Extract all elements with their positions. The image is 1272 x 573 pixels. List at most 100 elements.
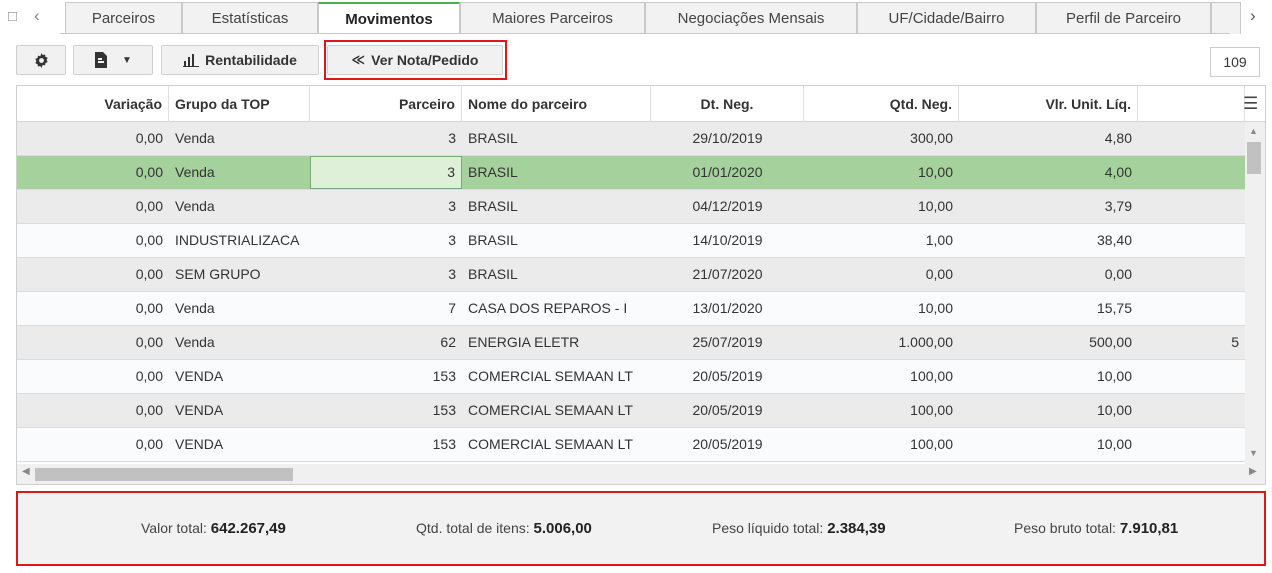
- tab-overflow[interactable]: [1211, 2, 1241, 34]
- tab-movimentos[interactable]: Movimentos: [318, 2, 460, 34]
- cell-variacao[interactable]: 0,00: [17, 122, 169, 155]
- cell-variacao[interactable]: 0,00: [17, 224, 169, 257]
- col-dt-neg[interactable]: Dt. Neg.: [651, 86, 804, 122]
- cell-grupo-top[interactable]: Venda: [169, 292, 310, 325]
- cell-variacao[interactable]: 0,00: [17, 428, 169, 461]
- cell-parceiro[interactable]: 153: [310, 428, 462, 461]
- cell-extra[interactable]: [1138, 156, 1245, 189]
- cell-parceiro[interactable]: 153: [310, 360, 462, 393]
- cell-vlr-unit-liq[interactable]: 10,00: [959, 428, 1138, 461]
- cell-vlr-unit-liq[interactable]: 38,40: [959, 224, 1138, 257]
- hamburger-menu-icon[interactable]: ☰: [1243, 94, 1258, 114]
- scroll-right-icon[interactable]: ▶: [1249, 466, 1257, 477]
- tab-estatisticas[interactable]: Estatísticas: [182, 2, 318, 34]
- cell-qtd-neg[interactable]: 10,00: [804, 292, 959, 325]
- cell-extra[interactable]: [1138, 360, 1245, 393]
- cell-vlr-unit-liq[interactable]: 10,00: [959, 360, 1138, 393]
- cell-nome-parceiro[interactable]: BRASIL: [462, 122, 651, 155]
- col-extra[interactable]: [1138, 86, 1245, 122]
- cell-extra[interactable]: [1138, 122, 1245, 155]
- cell-nome-parceiro[interactable]: COMERCIAL SEMAAN LT: [462, 360, 651, 393]
- cell-vlr-unit-liq[interactable]: 500,00: [959, 326, 1138, 359]
- vertical-scroll-thumb[interactable]: [1247, 142, 1261, 174]
- cell-extra[interactable]: [1138, 394, 1245, 427]
- cell-parceiro[interactable]: 3: [310, 190, 462, 223]
- cell-dt-neg[interactable]: 14/10/2019: [651, 224, 804, 257]
- cell-qtd-neg[interactable]: 10,00: [804, 156, 959, 189]
- cell-dt-neg[interactable]: 25/07/2019: [651, 326, 804, 359]
- cell-grupo-top[interactable]: VENDA: [169, 394, 310, 427]
- cell-parceiro[interactable]: 62: [310, 326, 462, 359]
- cell-nome-parceiro[interactable]: BRASIL: [462, 156, 651, 189]
- cell-variacao[interactable]: 0,00: [17, 394, 169, 427]
- cell-grupo-top[interactable]: Venda: [169, 156, 310, 189]
- col-variacao[interactable]: Variação: [17, 86, 169, 122]
- cell-dt-neg[interactable]: 21/07/2020: [651, 258, 804, 291]
- col-qtd-neg[interactable]: Qtd. Neg.: [804, 86, 959, 122]
- table-row[interactable]: 0,00 Venda 3 BRASIL 04/12/2019 10,00 3,79: [17, 190, 1245, 224]
- table-row[interactable]: 0,00 Venda 3 BRASIL 29/10/2019 300,00 4,80: [17, 122, 1245, 156]
- cell-qtd-neg[interactable]: 1,00: [804, 224, 959, 257]
- window-icon[interactable]: □: [8, 8, 17, 25]
- scroll-up-icon[interactable]: ▲: [1249, 126, 1258, 136]
- cell-extra[interactable]: 5: [1138, 326, 1245, 359]
- cell-vlr-unit-liq[interactable]: 3,79: [959, 190, 1138, 223]
- cell-variacao[interactable]: 0,00: [17, 190, 169, 223]
- cell-dt-neg[interactable]: 20/05/2019: [651, 428, 804, 461]
- cell-extra[interactable]: [1138, 292, 1245, 325]
- scroll-down-icon[interactable]: ▼: [1249, 448, 1258, 458]
- cell-parceiro[interactable]: 3: [310, 258, 462, 291]
- tab-uf-cidade-bairro[interactable]: UF/Cidade/Bairro: [857, 2, 1036, 34]
- cell-parceiro[interactable]: 153: [310, 394, 462, 427]
- cell-parceiro[interactable]: 3: [310, 122, 462, 155]
- table-row[interactable]: 0,00 INDUSTRIALIZACA 3 BRASIL 14/10/2019 1,00…: [17, 224, 1245, 258]
- cell-dt-neg[interactable]: 13/01/2020: [651, 292, 804, 325]
- cell-vlr-unit-liq[interactable]: 15,75: [959, 292, 1138, 325]
- cell-extra[interactable]: [1138, 428, 1245, 461]
- cell-nome-parceiro[interactable]: ENERGIA ELETR: [462, 326, 651, 359]
- cell-nome-parceiro[interactable]: CASA DOS REPAROS - I: [462, 292, 651, 325]
- table-row[interactable]: 0,00 VENDA 153 COMERCIAL SEMAAN LT 20/05/201…: [17, 394, 1245, 428]
- tab-negociacoes-mensais[interactable]: Negociações Mensais: [645, 2, 857, 34]
- cell-extra[interactable]: [1138, 190, 1245, 223]
- cell-nome-parceiro[interactable]: BRASIL: [462, 190, 651, 223]
- tab-maiores-parceiros[interactable]: Maiores Parceiros: [460, 2, 645, 34]
- export-button[interactable]: ▼: [73, 45, 153, 75]
- cell-qtd-neg[interactable]: 100,00: [804, 360, 959, 393]
- scroll-left-icon[interactable]: ◀: [22, 466, 30, 477]
- cell-qtd-neg[interactable]: 100,00: [804, 428, 959, 461]
- cell-grupo-top[interactable]: SEM GRUPO: [169, 258, 310, 291]
- cell-extra[interactable]: [1138, 258, 1245, 291]
- horizontal-scroll-thumb[interactable]: [35, 468, 293, 481]
- caret-down-icon[interactable]: ▼: [122, 55, 132, 66]
- cell-nome-parceiro[interactable]: COMERCIAL SEMAAN LT: [462, 394, 651, 427]
- cell-nome-parceiro[interactable]: COMERCIAL SEMAAN LT: [462, 428, 651, 461]
- cell-parceiro[interactable]: 3: [310, 156, 462, 189]
- tab-perfil-de-parceiro[interactable]: Perfil de Parceiro: [1036, 2, 1211, 34]
- cell-nome-parceiro[interactable]: BRASIL: [462, 224, 651, 257]
- cell-variacao[interactable]: 0,00: [17, 326, 169, 359]
- cell-dt-neg[interactable]: 01/01/2020: [651, 156, 804, 189]
- cell-dt-neg[interactable]: 20/05/2019: [651, 394, 804, 427]
- table-row[interactable]: 0,00 VENDA 153 COMERCIAL SEMAAN LT 20/05/201…: [17, 428, 1245, 462]
- table-row[interactable]: 0,00 Venda 62 ENERGIA ELETR 25/07/2019 1.000,…: [17, 326, 1245, 360]
- chevron-right-icon[interactable]: ›: [1250, 6, 1256, 26]
- cell-vlr-unit-liq[interactable]: 4,80: [959, 122, 1138, 155]
- table-row[interactable]: 0,00 Venda 7 CASA DOS REPAROS - I 13/01/2020…: [17, 292, 1245, 326]
- table-row[interactable]: 0,00 SEM GRUPO 3 BRASIL 21/07/2020 0,00 0,00: [17, 258, 1245, 292]
- cell-qtd-neg[interactable]: 300,00: [804, 122, 959, 155]
- cell-vlr-unit-liq[interactable]: 4,00: [959, 156, 1138, 189]
- cell-grupo-top[interactable]: Venda: [169, 190, 310, 223]
- cell-nome-parceiro[interactable]: BRASIL: [462, 258, 651, 291]
- cell-qtd-neg[interactable]: 10,00: [804, 190, 959, 223]
- cell-grupo-top[interactable]: Venda: [169, 122, 310, 155]
- cell-grupo-top[interactable]: INDUSTRIALIZACA: [169, 224, 310, 257]
- col-parceiro[interactable]: Parceiro: [310, 86, 462, 122]
- cell-variacao[interactable]: 0,00: [17, 258, 169, 291]
- cell-parceiro[interactable]: 3: [310, 224, 462, 257]
- cell-grupo-top[interactable]: VENDA: [169, 428, 310, 461]
- cell-variacao[interactable]: 0,00: [17, 156, 169, 189]
- settings-button[interactable]: [16, 45, 66, 75]
- cell-dt-neg[interactable]: 04/12/2019: [651, 190, 804, 223]
- table-row[interactable]: 0,00 Venda 3 BRASIL 01/01/2020 10,00 4,00: [17, 156, 1245, 190]
